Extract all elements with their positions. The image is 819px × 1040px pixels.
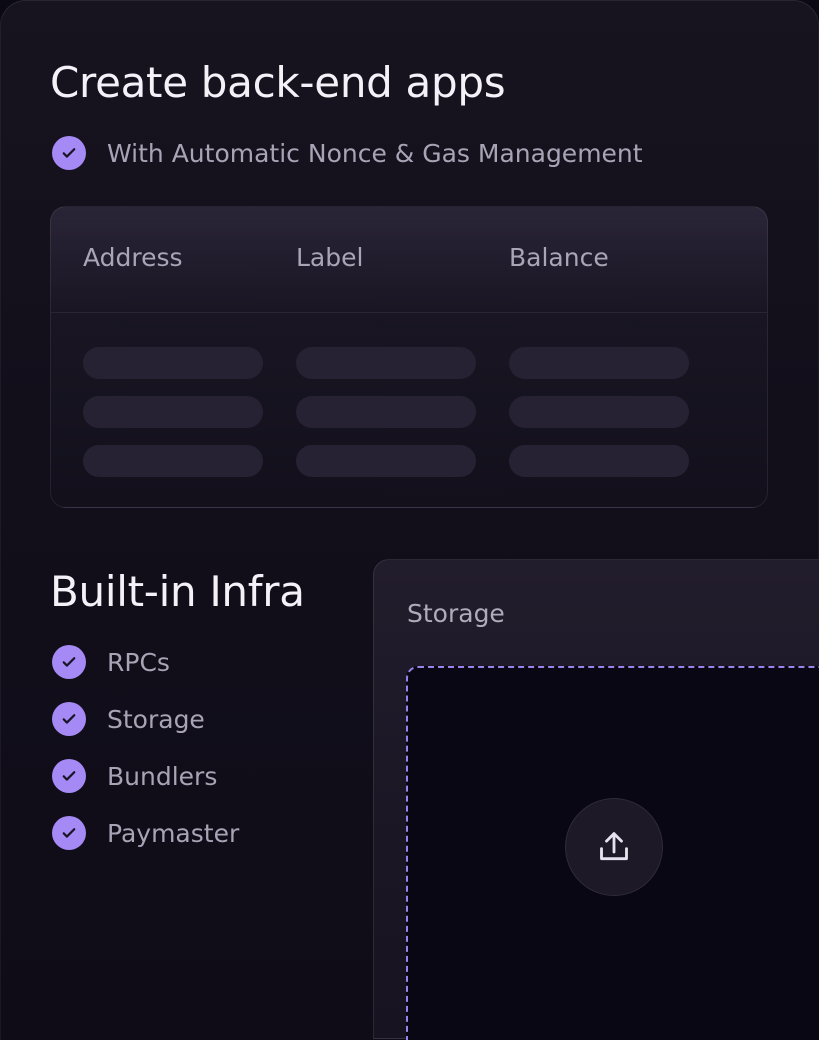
skeleton-cell [83, 347, 263, 379]
upload-button[interactable] [565, 798, 663, 896]
feature-card: Create back-end apps With Automatic Nonc… [0, 0, 819, 1040]
column-header-address: Address [83, 243, 183, 272]
upload-icon [600, 832, 628, 861]
skeleton-cell [83, 396, 263, 428]
infra-feature-item: Storage [52, 702, 205, 736]
backend-title: Create back-end apps [50, 58, 506, 107]
skeleton-cell [83, 445, 263, 477]
infra-feature-item: RPCs [52, 645, 170, 679]
infra-title: Built-in Infra [50, 567, 305, 616]
column-header-label: Label [296, 243, 364, 272]
infra-feature-label: Bundlers [107, 761, 218, 791]
skeleton-cell [509, 347, 689, 379]
storage-panel: Storage [373, 559, 819, 1040]
infra-feature-item: Bundlers [52, 759, 217, 793]
backend-feature-item: With Automatic Nonce & Gas Management [52, 136, 643, 170]
column-header-balance: Balance [509, 243, 609, 272]
infra-feature-label: Storage [107, 704, 205, 734]
wallet-table: Address Label Balance [50, 206, 768, 508]
skeleton-cell [296, 445, 476, 477]
table-header: Address Label Balance [51, 207, 767, 313]
check-icon [52, 816, 86, 850]
infra-feature-label: RPCs [107, 647, 170, 677]
storage-panel-title: Storage [407, 599, 505, 628]
backend-feature-label: With Automatic Nonce & Gas Management [107, 138, 643, 168]
check-icon [52, 759, 86, 793]
skeleton-cell [509, 445, 689, 477]
skeleton-cell [509, 396, 689, 428]
skeleton-cell [296, 396, 476, 428]
check-icon [52, 702, 86, 736]
check-icon [52, 645, 86, 679]
infra-feature-label: Paymaster [107, 818, 240, 848]
infra-feature-item: Paymaster [52, 816, 239, 850]
file-dropzone[interactable] [406, 666, 819, 1040]
check-icon [52, 136, 86, 170]
skeleton-cell [296, 347, 476, 379]
